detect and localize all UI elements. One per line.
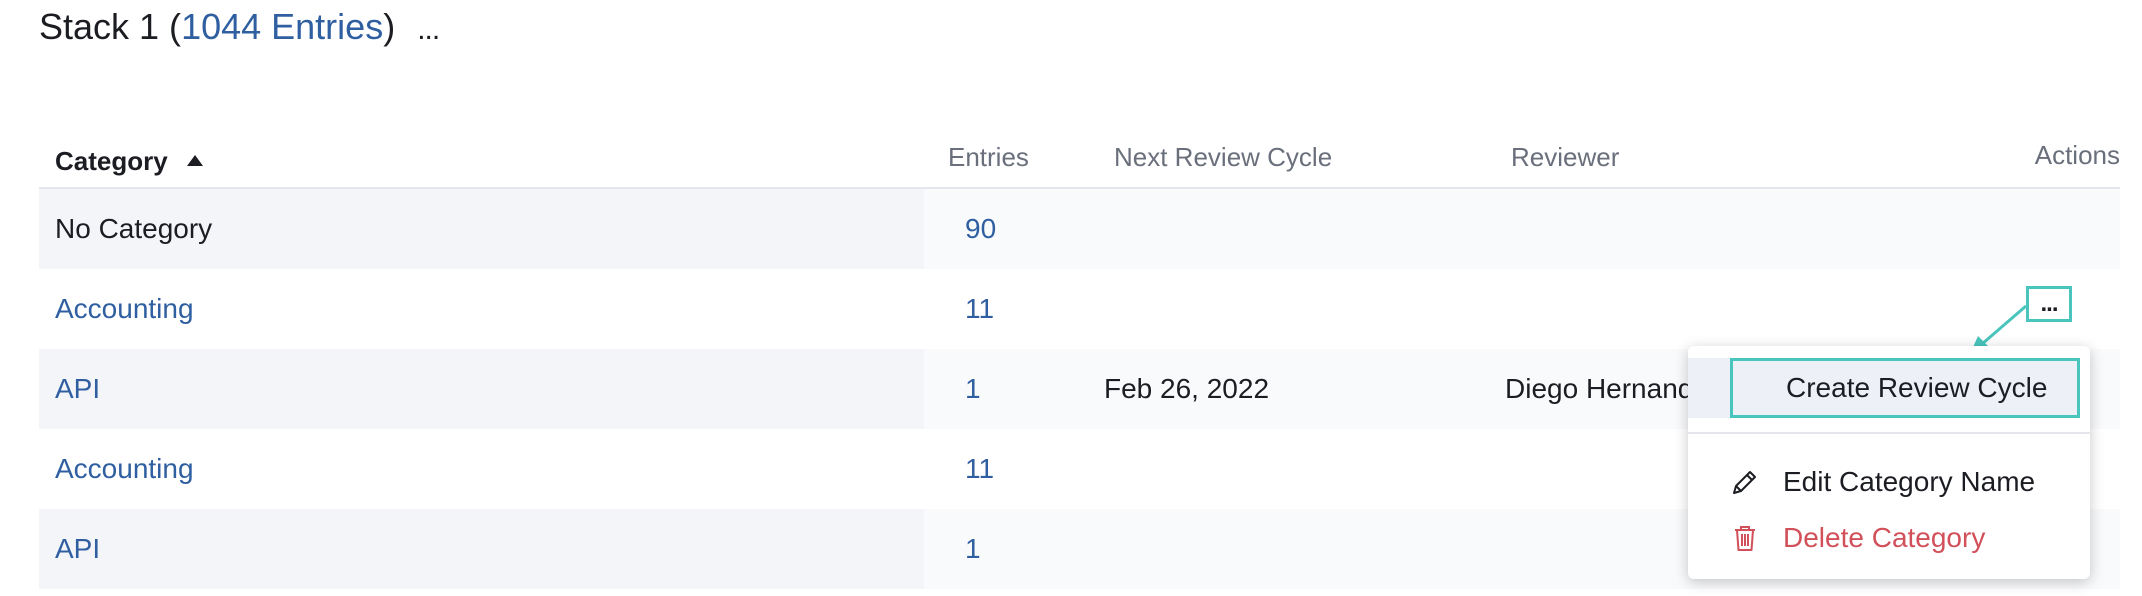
column-header-category-label: Category	[55, 146, 168, 176]
table-row: Accounting 11	[39, 269, 2120, 349]
category-cell	[39, 349, 924, 429]
stack-header: Stack 1 ( 1044 Entries ) ...	[39, 6, 440, 48]
category-name: No Category	[55, 213, 213, 244]
category-cell	[39, 509, 924, 589]
edit-category-name-menu-item[interactable]: Edit Category Name	[1688, 456, 2090, 508]
category-link[interactable]: Accounting	[55, 293, 194, 325]
pencil-icon	[1730, 467, 1760, 497]
row-actions-menu: Create Review Cycle Edit Category Name D…	[1688, 346, 2090, 579]
create-review-cycle-menu-item[interactable]: Create Review Cycle	[1730, 358, 2080, 418]
entries-count-link[interactable]: 1044 Entries	[181, 6, 383, 48]
entries-count-link[interactable]: 11	[965, 293, 994, 325]
reviewer-name: Diego Hernand	[1505, 373, 1694, 404]
category-link[interactable]: API	[55, 373, 100, 405]
stack-title: Stack 1 (	[39, 6, 182, 47]
column-header-entries: Entries	[948, 142, 1029, 172]
table-header-row: Category Entries Next Review Cycle Revie…	[39, 128, 2120, 189]
next-review-date: Feb 26, 2022	[1104, 373, 1270, 404]
entries-count-link[interactable]: 11	[965, 453, 994, 485]
sort-ascending-icon	[186, 155, 203, 166]
table-row: No Category 90	[39, 189, 2120, 269]
menu-item-highlight	[1688, 358, 1730, 418]
menu-divider	[1688, 432, 2090, 434]
column-header-reviewer: Reviewer	[1511, 142, 1620, 172]
delete-category-menu-item[interactable]: Delete Category	[1688, 512, 2090, 564]
stack-more-button[interactable]: ...	[417, 13, 440, 47]
create-review-cycle-label: Create Review Cycle	[1786, 372, 2048, 403]
entries-count-link[interactable]: 90	[965, 213, 996, 245]
category-link[interactable]: Accounting	[55, 453, 194, 485]
page: Stack 1 ( 1044 Entries ) ... Category En…	[0, 0, 2142, 596]
column-header-category[interactable]: Category	[55, 146, 203, 177]
entries-count-link[interactable]: 1	[965, 373, 981, 405]
category-link[interactable]: API	[55, 533, 100, 565]
entries-count-link[interactable]: 1	[965, 533, 981, 565]
column-header-next-review-cycle: Next Review Cycle	[1114, 142, 1333, 172]
stack-title-suffix: )	[383, 6, 396, 47]
trash-icon	[1730, 523, 1760, 553]
edit-category-name-label: Edit Category Name	[1783, 466, 2036, 497]
delete-category-label: Delete Category	[1783, 522, 1986, 553]
column-header-actions: Actions	[2034, 140, 2120, 170]
